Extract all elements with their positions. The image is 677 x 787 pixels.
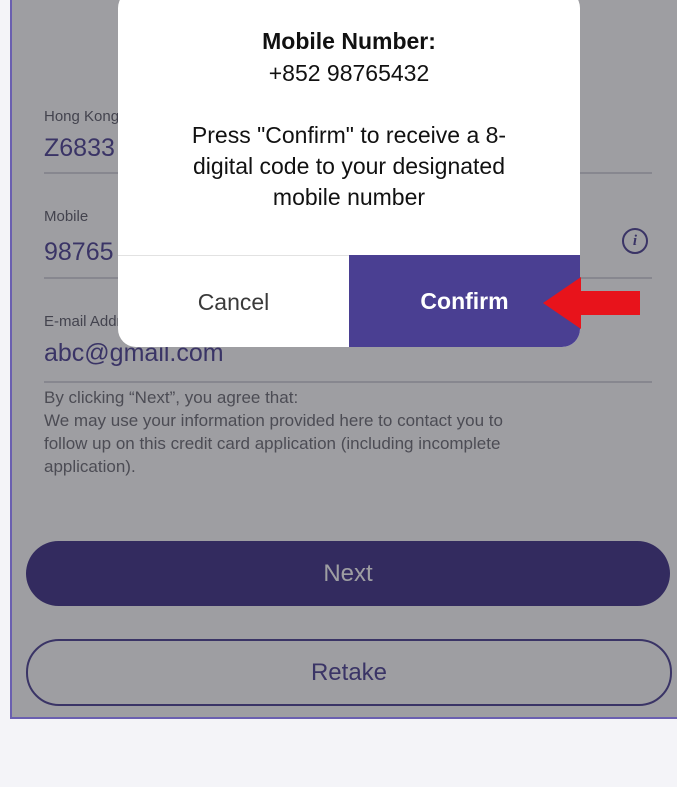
confirm-dialog: Mobile Number: +852 98765432 Press "Conf… — [118, 0, 580, 347]
dialog-message-line: Press "Confirm" to receive a 8- — [191, 122, 507, 148]
cancel-button[interactable]: Cancel — [118, 255, 349, 347]
dialog-title: Mobile Number: — [262, 28, 436, 54]
app-screen: Hong Kong Z6833 Mobile 98765 i E-mail Ad… — [10, 0, 677, 719]
dialog-mobile-number: +852 98765432 — [268, 60, 430, 86]
left-arrow-icon — [543, 277, 640, 329]
dialog-message: Press "Confirm" to receive a 8- digital … — [148, 120, 550, 213]
dialog-message-line: digital code to your designated — [193, 153, 505, 179]
dialog-message-line: mobile number — [272, 184, 426, 210]
